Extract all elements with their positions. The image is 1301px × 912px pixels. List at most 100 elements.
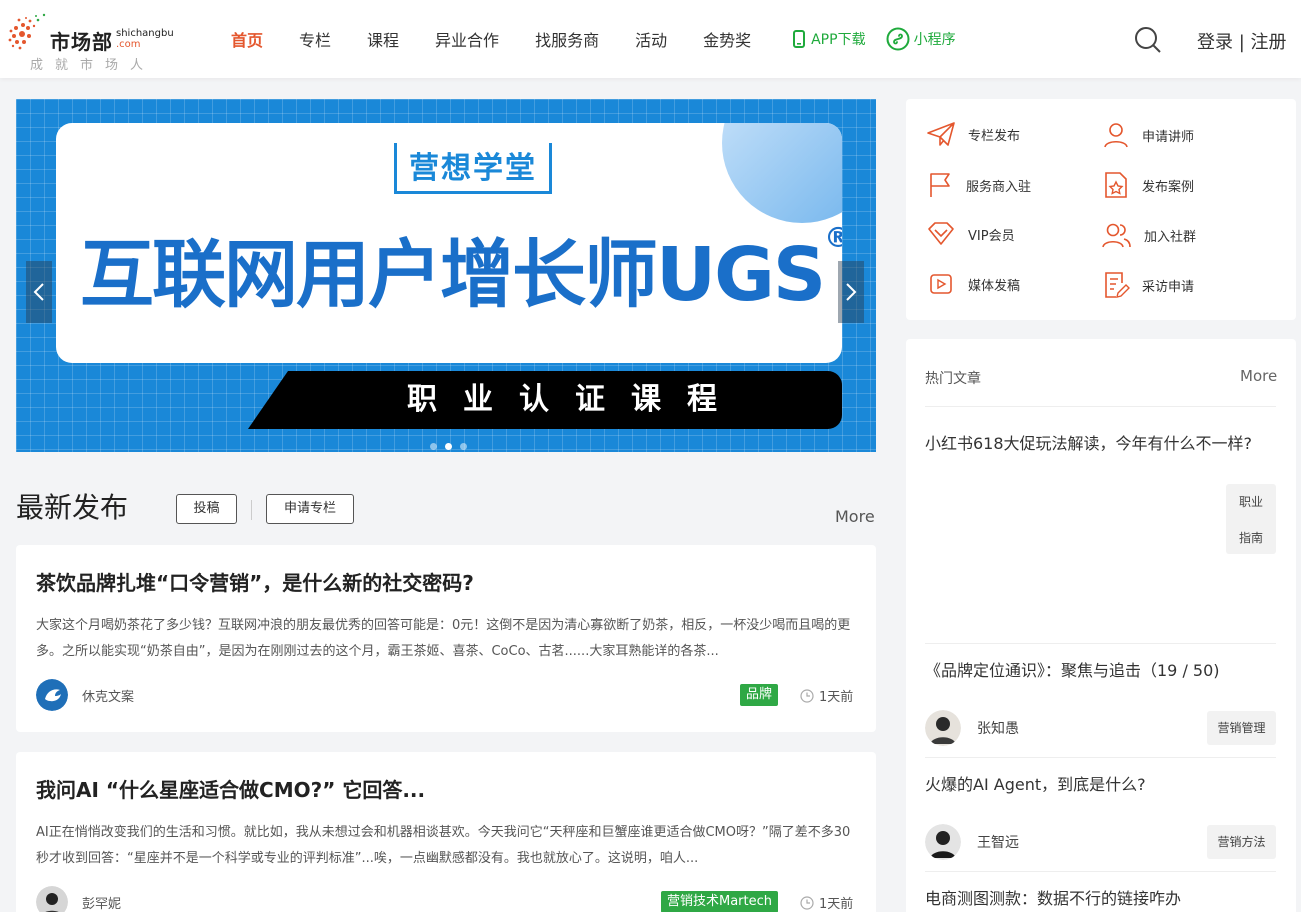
banner-dot[interactable] [460,443,467,450]
quick-link-provider-join[interactable]: 服务商入驻 [926,171,1031,199]
app-download-link[interactable]: APP下载 [793,29,866,49]
quick-link-interview-apply[interactable]: 采访申请 [1102,271,1194,299]
banner-next-button[interactable] [838,261,864,323]
nav-cooperation[interactable]: 异业合作 [417,27,517,51]
main-nav: 首页 专栏 课程 异业合作 找服务商 活动 金势奖 APP下载 小程序 [213,0,956,78]
avatar[interactable] [36,886,68,912]
article-author[interactable]: 彭罕妮 [36,886,121,912]
article-time-text: 1天前 [819,897,854,912]
author-name[interactable]: 休克文案 [82,686,134,705]
button-divider [251,500,252,520]
divider [925,871,1276,872]
chevron-left-icon [33,283,44,301]
quick-link-label: 申请讲师 [1142,129,1195,145]
article-tag[interactable]: 品牌 [740,684,779,706]
hot-article-author[interactable]: 王智远 [925,824,1019,860]
hot-articles-title: 热门文章 [925,371,981,387]
nav-find-provider[interactable]: 找服务商 [517,27,617,51]
hot-article-tag[interactable]: 职业 指南 [1226,484,1276,554]
article-time: 1天前 [800,893,853,912]
quick-links-panel: 专栏发布 申请讲师 服务商入驻 发布案例 VIP会员 加入社群 媒体发稿 采访申… [906,99,1296,320]
nav-column[interactable]: 专栏 [281,27,349,51]
nav-award[interactable]: 金势奖 [685,27,769,51]
quick-link-label: 专栏发布 [968,128,1021,144]
site-header: 市场部 shichangbu .com 成就市场人 首页 专栏 课程 异业合作 找… [0,0,1301,78]
quick-link-media-release[interactable]: 媒体发稿 [926,271,1020,297]
quick-link-apply-lecturer[interactable]: 申请讲师 [1102,121,1194,149]
hot-article-author[interactable]: 张知愚 [925,710,1019,746]
hot-articles-panel: 热门文章 More 小红书618大促玩法解读，今年有什么不一样? 职业 指南 《品… [906,339,1296,912]
article-time-text: 1天前 [819,690,854,705]
flag-icon [930,173,950,197]
author-name[interactable]: 王智远 [977,832,1019,852]
quick-link-label: 媒体发稿 [968,278,1021,294]
bird-logo-icon [36,679,68,711]
submit-article-button[interactable]: 投稿 [176,494,237,524]
quick-link-join-community[interactable]: 加入社群 [1102,221,1196,249]
quick-link-label: 服务商入驻 [966,179,1032,195]
clock-icon [800,895,814,910]
hot-article-tag[interactable]: 营销方法 [1207,825,1276,859]
mini-program-label: 小程序 [913,32,956,48]
logo-en-text: shichangbu .com [116,28,174,50]
hot-more-link[interactable]: More [1240,367,1277,385]
logo-slogan: 成就市场人 [30,58,156,73]
article-card[interactable]: 茶饮品牌扎堆“口令营销”，是什么新的社交密码? 大家这个月喝奶茶花了多少钱？互联… [16,545,876,732]
hot-article-title[interactable]: 《品牌定位通识》：聚焦与追击（19 / 50) [925,657,1220,681]
hot-article-title[interactable]: 电商测图测款：数据不行的链接咋办 [925,885,1181,909]
article-tag[interactable]: 营销技术Martech [661,891,779,912]
hero-banner[interactable]: 营想学堂 互联网用户增长师UGS® 职业认证课程 [16,99,876,452]
play-icon [930,274,952,294]
author-name[interactable]: 张知愚 [977,718,1019,738]
quick-link-label: 采访申请 [1142,279,1195,295]
nav-events[interactable]: 活动 [617,27,685,51]
article-title[interactable]: 我问AI “什么星座适合做CMO?” 它回答... [36,774,425,803]
nav-course[interactable]: 课程 [349,27,417,51]
banner-prev-button[interactable] [26,261,52,323]
banner-strip: 职业认证课程 [248,371,842,429]
avatar[interactable] [36,679,68,711]
article-card[interactable]: 我问AI “什么星座适合做CMO?” 它回答... AI正在悄悄改变我们的生活和… [16,752,876,912]
banner-headline: 互联网用户增长师UGS® [80,221,842,318]
search-icon[interactable] [1134,26,1162,54]
app-download-label: APP下载 [811,32,866,48]
quick-link-vip[interactable]: VIP会员 [926,221,1015,247]
banner-dot[interactable] [430,443,437,450]
quick-link-label: 加入社群 [1144,229,1197,245]
avatar[interactable] [925,824,961,860]
hot-article-title[interactable]: 火爆的AI Agent，到底是什么? [925,771,1146,795]
document-star-icon [1105,172,1127,198]
author-name[interactable]: 彭罕妮 [82,893,121,912]
banner-subline: 职业认证课程 [407,382,743,417]
article-author[interactable]: 休克文案 [36,679,134,711]
article-time: 1天前 [800,686,853,705]
quick-link-label: VIP会员 [968,228,1015,244]
register-link[interactable]: 注册 [1251,32,1287,53]
person-avatar-icon [925,710,961,746]
mini-program-link[interactable]: 小程序 [886,27,956,51]
latest-more-link[interactable]: More [835,507,875,526]
article-title[interactable]: 茶饮品牌扎堆“口令营销”，是什么新的社交密码? [36,567,474,596]
diamond-icon [928,222,954,245]
mini-program-icon [886,27,910,51]
banner-pagination [426,443,471,450]
auth-separator: | [1238,32,1245,53]
edit-document-icon [1105,272,1130,298]
chevron-right-icon [846,283,857,301]
nav-home[interactable]: 首页 [213,27,281,51]
person-avatar-icon [36,886,68,912]
avatar[interactable] [925,710,961,746]
article-excerpt: AI正在悄悄改变我们的生活和习惯。就比如，我从未想过会和机器相谈甚欢。今天我问它… [36,825,851,866]
login-link[interactable]: 登录 [1197,32,1233,53]
quick-link-label: 发布案例 [1142,179,1195,195]
divider [925,406,1276,407]
site-logo[interactable]: 市场部 shichangbu .com 成就市场人 [8,8,178,73]
banner-dot-active[interactable] [445,443,452,450]
person-icon [1104,123,1128,148]
hot-article-title[interactable]: 小红书618大促玩法解读，今年有什么不一样? [925,430,1252,454]
latest-section-title: 最新发布 [16,491,129,524]
apply-column-button[interactable]: 申请专栏 [266,494,354,524]
quick-link-column-publish[interactable]: 专栏发布 [926,121,1020,147]
hot-article-tag[interactable]: 营销管理 [1207,711,1276,745]
quick-link-publish-case[interactable]: 发布案例 [1102,171,1194,199]
